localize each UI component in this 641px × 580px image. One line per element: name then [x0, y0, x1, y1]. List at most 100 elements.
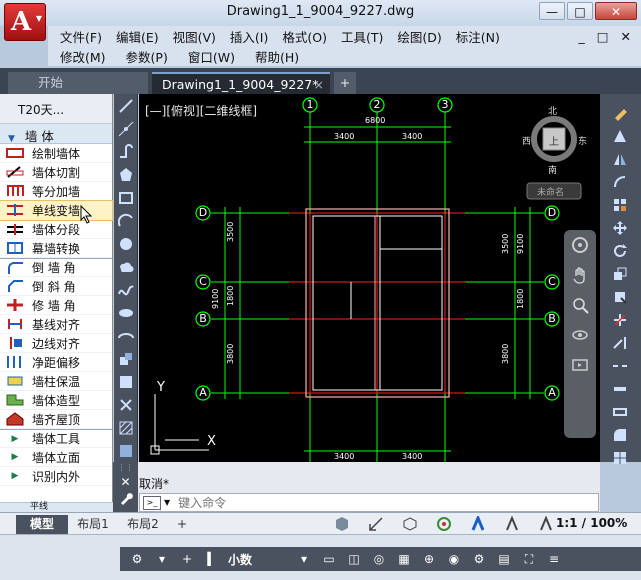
orbit-icon[interactable] — [564, 320, 596, 350]
join-icon[interactable] — [608, 378, 632, 400]
chevron-down-icon[interactable]: ▼ — [164, 498, 170, 507]
panel-item-wall-tools[interactable]: ▶ 墙体工具 — [0, 429, 112, 448]
menu-tools[interactable]: 工具(T) — [334, 27, 390, 46]
isodraft-icon[interactable] — [364, 514, 388, 534]
panel-item-net-offset[interactable]: 净距偏移 — [0, 353, 112, 372]
circle-icon[interactable] — [115, 233, 137, 255]
workspace-icon[interactable]: ⚙ — [470, 550, 488, 568]
menu-modify[interactable]: 修改(M) — [53, 47, 113, 66]
auto-scale-icon[interactable] — [534, 514, 558, 534]
tab-layout2[interactable]: 布局2 — [120, 515, 166, 534]
annotation-monitor-icon[interactable]: ◉ — [445, 550, 463, 568]
menu-help[interactable]: 帮助(H) — [248, 47, 306, 66]
break-icon[interactable] — [608, 355, 632, 377]
tab-drawing[interactable]: Drawing1_1_9004_9227* × — [152, 72, 330, 94]
gradient-icon[interactable] — [115, 440, 137, 462]
panel-item-identify-inout[interactable]: ▶ 识别内外 — [0, 467, 112, 486]
hardware-accel-icon[interactable]: ▦ — [395, 550, 413, 568]
arc-icon[interactable] — [115, 210, 137, 232]
plus-icon[interactable]: + — [178, 550, 196, 568]
close-button[interactable]: ✕ — [595, 2, 637, 20]
mirror-icon[interactable] — [608, 148, 632, 170]
insert-block-icon[interactable] — [115, 348, 137, 370]
menu-dimension[interactable]: 标注(N) — [449, 27, 507, 46]
showmotion-icon[interactable] — [564, 350, 596, 380]
chevron-down-icon[interactable]: ▾ — [153, 550, 171, 568]
scale-icon[interactable] — [608, 263, 632, 285]
steering-wheel-icon[interactable] — [564, 230, 596, 260]
annotation-scale[interactable]: 1:1 / 100% — [556, 516, 627, 530]
gear-icon[interactable]: ⚙ — [128, 550, 146, 568]
viewport-icon[interactable] — [330, 514, 354, 534]
customize-status-icon[interactable]: ≡ — [545, 550, 563, 568]
close-command-icon[interactable]: ✕ — [113, 474, 138, 491]
menu-draw[interactable]: 绘图(D) — [390, 27, 448, 46]
mdi-minimize-button[interactable]: _ — [576, 29, 586, 44]
panel-section-wall[interactable]: ▼ 墙 体 — [0, 124, 112, 144]
mdi-restore-button[interactable]: □ — [595, 29, 611, 44]
minimize-button[interactable]: — — [539, 2, 565, 20]
mdi-close-button[interactable]: ✕ — [619, 29, 633, 44]
erase-icon[interactable] — [608, 102, 632, 124]
object-snap-3d-icon[interactable] — [398, 514, 422, 534]
panel-item-repair-corner[interactable]: 修 墙 角 — [0, 296, 112, 315]
close-icon[interactable]: × — [314, 74, 324, 96]
ellipse-arc-icon[interactable] — [115, 325, 137, 347]
lineweight-icon[interactable]: ▍ — [203, 550, 221, 568]
array-icon[interactable] — [608, 194, 632, 216]
dynamic-ucs-icon[interactable] — [432, 514, 456, 534]
explode-icon[interactable] — [608, 447, 632, 469]
panel-item-curtain-wall[interactable]: 幕墙转换 — [0, 239, 112, 258]
lock-ui-icon[interactable]: ▤ — [495, 550, 513, 568]
menu-insert[interactable]: 插入(I) — [223, 27, 275, 46]
tab-start[interactable]: 开始 — [8, 72, 148, 94]
offset-icon[interactable] — [608, 171, 632, 193]
stretch-icon[interactable] — [608, 286, 632, 308]
menu-format[interactable]: 格式(O) — [275, 27, 334, 46]
customize-icon[interactable] — [113, 491, 138, 508]
command-line[interactable]: >_ ▼ — [139, 493, 599, 512]
new-tab-button[interactable]: + — [334, 72, 356, 94]
chamfer-tool-icon[interactable] — [608, 401, 632, 423]
panel-header[interactable]: T20天... — [0, 94, 112, 124]
panel-item-fillet-wall[interactable]: 倒 墙 角 — [0, 258, 112, 277]
annotation-visibility-icon[interactable] — [500, 514, 524, 534]
units-selector[interactable]: 小数 — [228, 551, 288, 568]
rectangle-icon[interactable] — [115, 187, 137, 209]
panel-item-base-align[interactable]: 基线对齐 — [0, 315, 112, 334]
add-layout-button[interactable]: + — [172, 515, 192, 534]
menu-view[interactable]: 视图(V) — [166, 27, 223, 46]
panel-item-draw-wall[interactable]: 绘制墙体 — [0, 144, 112, 163]
pan-icon[interactable] — [564, 260, 596, 290]
make-block-icon[interactable] — [115, 371, 137, 393]
panel-item-wall-segment[interactable]: 墙体分段 — [0, 220, 112, 239]
panel-item-insulation[interactable]: 墙柱保温 — [0, 372, 112, 391]
panel-item-chamfer[interactable]: 倒 斜 角 — [0, 277, 112, 296]
app-menu-button[interactable]: A ▼ — [4, 3, 46, 41]
line-icon[interactable] — [115, 95, 137, 117]
fullscreen-icon[interactable]: ⛶ — [520, 550, 538, 568]
chevron-down-icon[interactable]: ▾ — [295, 550, 313, 568]
fillet-tool-icon[interactable] — [608, 424, 632, 446]
spline-icon[interactable] — [115, 279, 137, 301]
construction-line-icon[interactable] — [115, 118, 137, 140]
clean-screen-icon[interactable]: ⊕ — [420, 550, 438, 568]
panel-item-wall-shape[interactable]: 墙体造型 — [0, 391, 112, 410]
tab-model[interactable]: 模型 — [16, 515, 68, 534]
quick-properties-icon[interactable]: ▭ — [320, 550, 338, 568]
isolate-objects-icon[interactable]: ◎ — [370, 550, 388, 568]
ucs-dropdown[interactable]: 未命名 — [537, 185, 564, 198]
copy-icon[interactable] — [608, 125, 632, 147]
ellipse-icon[interactable] — [115, 302, 137, 324]
viewcube-top-face[interactable]: 上 — [549, 133, 559, 148]
panel-item-line-to-wall[interactable]: 单线变墙 — [0, 200, 113, 224]
trim-icon[interactable] — [608, 309, 632, 331]
command-input[interactable] — [178, 495, 559, 510]
revcloud-icon[interactable] — [115, 256, 137, 278]
move-icon[interactable] — [608, 217, 632, 239]
panel-item-wall-roof[interactable]: 墙齐屋顶 — [0, 410, 112, 429]
menu-window[interactable]: 窗口(W) — [181, 47, 242, 66]
selection-cycling-icon[interactable]: ◫ — [345, 550, 363, 568]
menu-edit[interactable]: 编辑(E) — [109, 27, 166, 46]
annotation-scale-icon[interactable] — [466, 514, 490, 534]
